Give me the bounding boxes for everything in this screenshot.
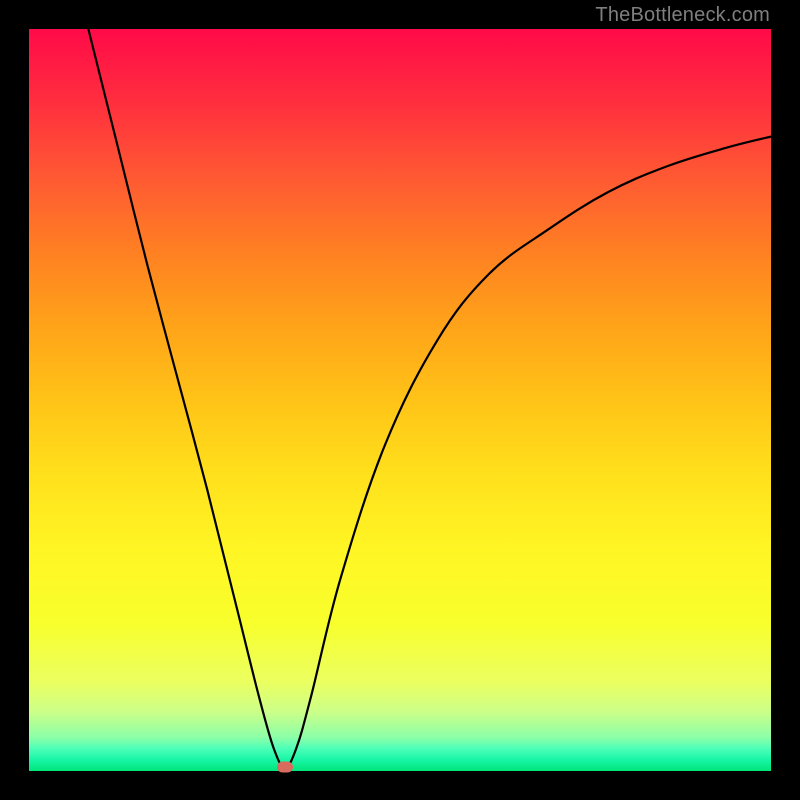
bottleneck-curve [29, 29, 771, 771]
plot-area [29, 29, 771, 771]
attribution-text: TheBottleneck.com [595, 4, 770, 27]
chart-frame: TheBottleneck.com [0, 0, 800, 800]
minimum-marker [277, 762, 293, 773]
